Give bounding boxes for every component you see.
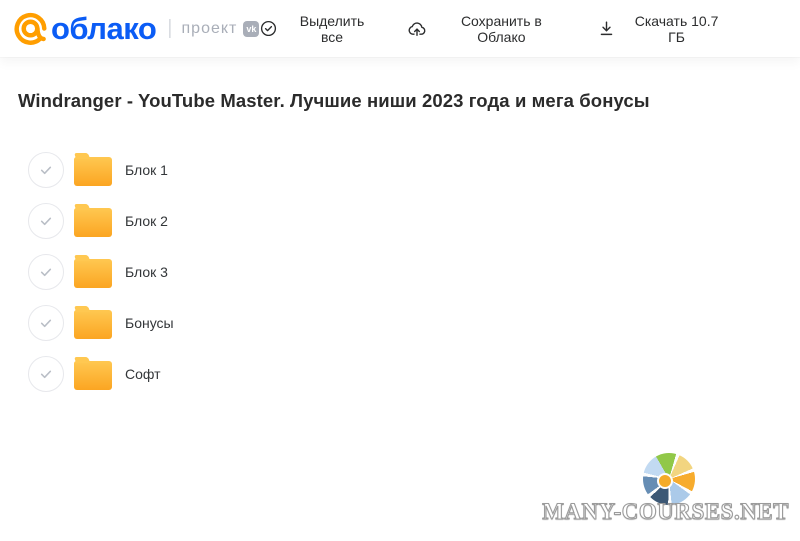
content: Windranger - YouTube Master. Лучшие ниши… (0, 57, 800, 399)
header: облако | проект vk Выделить все Со (0, 0, 800, 57)
page-title: Windranger - YouTube Master. Лучшие ниши… (18, 88, 782, 113)
folder-row[interactable]: Блок 3 (18, 246, 782, 297)
cloud-logo[interactable]: облако | проект vk (14, 12, 259, 45)
row-checkbox[interactable] (28, 254, 64, 290)
folder-name[interactable]: Бонусы (125, 315, 174, 331)
folder-name[interactable]: Блок 2 (125, 213, 168, 229)
download-label: Скачать 10.7 ГБ (625, 13, 728, 45)
save-to-cloud-button[interactable]: Сохранить в Облако (407, 9, 567, 49)
folder-name[interactable]: Софт (125, 366, 161, 382)
folder-row[interactable]: Софт (18, 348, 782, 399)
cloud-upload-icon (407, 19, 427, 39)
watermark-text: MANY-COURSES.NET (542, 499, 789, 525)
logo-divider: | (167, 17, 172, 40)
row-checkbox[interactable] (28, 203, 64, 239)
save-to-cloud-label: Сохранить в Облако (436, 13, 567, 45)
vk-badge-icon: vk (243, 21, 259, 37)
folder-list: Блок 1 Блок 2 Блок 3 Бонусы (18, 144, 782, 399)
row-checkbox[interactable] (28, 356, 64, 392)
folder-icon (74, 310, 112, 339)
project-label: проект (182, 20, 238, 38)
folder-name[interactable]: Блок 1 (125, 162, 168, 178)
folder-row[interactable]: Бонусы (18, 297, 782, 348)
folder-row[interactable]: Блок 1 (18, 144, 782, 195)
mailru-at-icon (14, 12, 47, 45)
check-circle-icon (259, 19, 278, 38)
download-icon (597, 19, 616, 38)
folder-icon (74, 157, 112, 186)
folder-icon (74, 208, 112, 237)
folder-icon (74, 259, 112, 288)
select-all-button[interactable]: Выделить все (259, 9, 376, 49)
download-button[interactable]: Скачать 10.7 ГБ (597, 9, 728, 49)
watermark: MANY-COURSES.NET (560, 471, 800, 541)
select-all-label: Выделить все (287, 13, 376, 45)
row-checkbox[interactable] (28, 152, 64, 188)
globe-logo-icon (643, 453, 695, 505)
folder-row[interactable]: Блок 2 (18, 195, 782, 246)
toolbar: Выделить все Сохранить в Облако Скач (259, 9, 728, 49)
row-checkbox[interactable] (28, 305, 64, 341)
folder-icon (74, 361, 112, 390)
folder-name[interactable]: Блок 3 (125, 264, 168, 280)
brand-name: облако (51, 13, 156, 44)
